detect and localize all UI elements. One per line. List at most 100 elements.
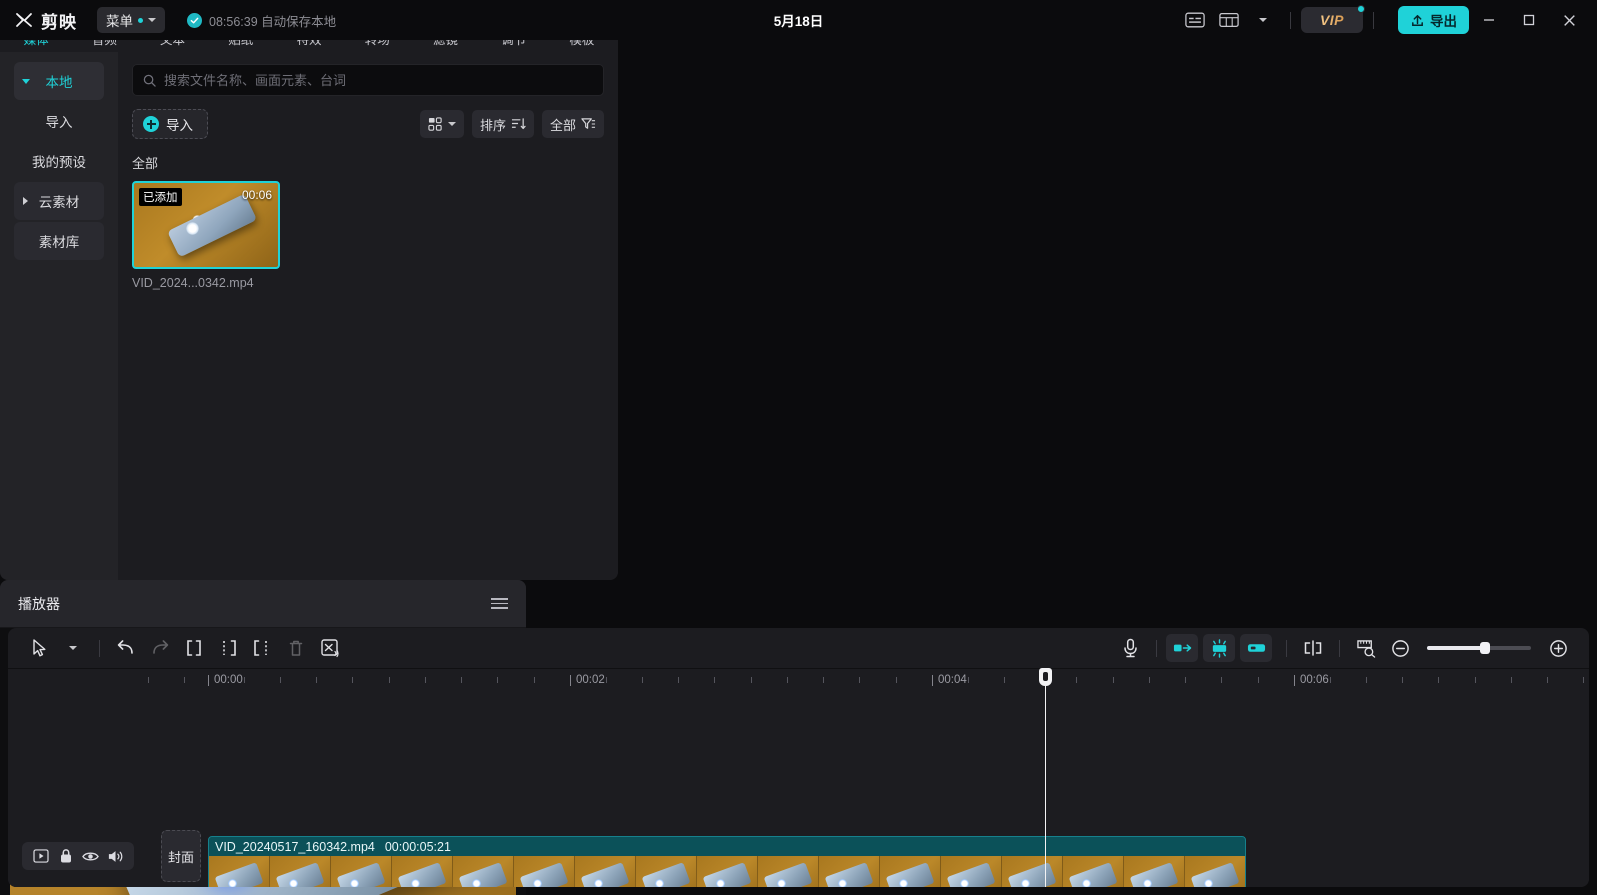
vip-dot-badge: [1357, 5, 1365, 13]
zoom-slider-fill: [1427, 646, 1486, 650]
ruler-icon[interactable]: [1349, 633, 1383, 663]
sort-button[interactable]: 排序: [471, 110, 534, 138]
playhead-handle[interactable]: [1039, 668, 1052, 686]
timeline-panel: 00:00 00:02 00:04 00:06 封面 VID_20240517_…: [8, 628, 1589, 887]
speaker-icon[interactable]: [106, 846, 126, 866]
view-mode-button[interactable]: [419, 110, 464, 138]
filter-label: 全部: [549, 117, 576, 133]
filmstrip-frame: [1002, 856, 1063, 887]
layout-dropdown-icon[interactable]: [1246, 5, 1280, 35]
divider: [1373, 11, 1374, 29]
trim-right-icon[interactable]: [245, 633, 279, 663]
filmstrip-frame: [209, 856, 270, 887]
app-logo: 剪映: [14, 8, 77, 33]
timeline-tracks: 封面 VID_20240517_160342.mp4 00:00:05:21: [8, 668, 1589, 887]
clip-duration: 00:00:05:21: [384, 839, 451, 854]
media-content: 导入: [118, 52, 618, 580]
search-bar[interactable]: [132, 64, 604, 96]
maximize-icon[interactable]: [1509, 0, 1549, 40]
media-toolbar: 导入 排序 全部: [132, 109, 604, 139]
sidebar-item-import[interactable]: 导入: [14, 102, 104, 140]
snap-icon[interactable]: [1203, 634, 1235, 662]
link-icon[interactable]: [1240, 634, 1272, 662]
layout-icon[interactable]: [1212, 5, 1246, 35]
search-input[interactable]: [164, 72, 593, 88]
menu-button[interactable]: 菜单: [97, 7, 165, 33]
media-toolbar-right: 排序 全部: [419, 110, 604, 138]
grid-view-icon: [428, 116, 443, 132]
title-bar: 剪映 菜单 08:56:39 自动保存本地 5月18日 VIP 导出: [0, 0, 1597, 40]
cover-button[interactable]: 封面: [161, 830, 201, 882]
ruler-label: 00:02: [576, 674, 605, 686]
minimize-icon[interactable]: [1469, 0, 1509, 40]
sort-label: 排序: [479, 117, 506, 133]
media-thumbnail[interactable]: 已添加 00:06: [132, 181, 280, 269]
zoom-in-icon[interactable]: [1541, 633, 1575, 663]
detach-audio-icon[interactable]: [313, 633, 347, 663]
filter-button[interactable]: 全部: [541, 110, 604, 138]
autosave-status: 08:56:39 自动保存本地: [187, 11, 336, 30]
filmstrip-frame: [1185, 856, 1245, 887]
filmstrip-frame: [453, 856, 514, 887]
eye-icon[interactable]: [81, 846, 101, 866]
keyframe-icon[interactable]: [1296, 633, 1330, 663]
timeline-toolbar: [8, 628, 1589, 668]
search-icon: [143, 74, 156, 87]
filmstrip-frame: [1124, 856, 1185, 887]
triangle-right-icon: [23, 197, 28, 205]
plus-icon: [143, 116, 159, 132]
sidebar-item-cloud-material[interactable]: 云素材: [14, 182, 104, 220]
track-controls: [22, 842, 134, 870]
sidebar-item-material-library[interactable]: 素材库: [14, 222, 104, 260]
timeline-clip[interactable]: VID_20240517_160342.mp4 00:00:05:21: [208, 836, 1246, 887]
import-button[interactable]: 导入: [132, 109, 208, 139]
close-icon[interactable]: [1549, 0, 1589, 40]
trash-icon[interactable]: [279, 633, 313, 663]
filmstrip-frame: [819, 856, 880, 887]
sidebar-item-label: 我的预设: [32, 155, 86, 170]
cursor-icon[interactable]: [22, 633, 56, 663]
filmstrip-frame: [941, 856, 1002, 887]
clip-filmstrip: [209, 856, 1245, 887]
filmstrip-frame: [1063, 856, 1124, 887]
redo-icon[interactable]: [143, 633, 177, 663]
lock-icon[interactable]: [56, 846, 76, 866]
zoom-slider-handle[interactable]: [1480, 642, 1491, 654]
frame-icon[interactable]: [31, 846, 51, 866]
media-item-name: VID_2024...0342.mp4: [132, 276, 254, 290]
media-item[interactable]: 已添加 00:06 VID_2024...0342.mp4: [132, 181, 280, 290]
divider: [1290, 11, 1291, 29]
vip-label: VIP: [1319, 12, 1345, 28]
export-button[interactable]: 导出: [1398, 6, 1469, 34]
filmstrip-frame: [575, 856, 636, 887]
sidebar-item-local[interactable]: 本地: [14, 62, 104, 100]
vip-button[interactable]: VIP: [1301, 5, 1365, 33]
chevron-down-icon[interactable]: [56, 633, 90, 663]
mirror-icon[interactable]: [1166, 634, 1198, 662]
filmstrip-frame: [514, 856, 575, 887]
zoom-slider[interactable]: [1427, 642, 1531, 654]
microphone-icon[interactable]: [1113, 633, 1147, 663]
clip-name: VID_20240517_160342.mp4: [215, 839, 375, 854]
zoom-out-icon[interactable]: [1383, 633, 1417, 663]
import-label: 导入: [166, 118, 193, 133]
ruler-label: 00:00: [214, 674, 243, 686]
timeline-ruler[interactable]: 00:00 00:02 00:04 00:06: [8, 668, 1589, 698]
hamburger-icon[interactable]: [491, 597, 508, 610]
player-header: 播放器: [0, 580, 526, 628]
sidebar-item-label: 云素材: [38, 195, 80, 210]
playhead[interactable]: [1039, 668, 1052, 887]
media-panel: 媒体 音频 TI 文本 贴纸: [0, 0, 618, 580]
autosave-text: 08:56:39 自动保存本地: [209, 14, 337, 29]
split-icon[interactable]: [177, 633, 211, 663]
ruler-label: 00:04: [938, 674, 967, 686]
trim-left-icon[interactable]: [211, 633, 245, 663]
check-icon: [187, 12, 202, 28]
media-grid: 已添加 00:06 VID_2024...0342.mp4: [132, 181, 604, 290]
sidebar-item-label: 素材库: [38, 235, 80, 250]
undo-icon[interactable]: [109, 633, 143, 663]
sidebar-item-my-presets[interactable]: 我的预设: [14, 142, 104, 180]
caption-icon[interactable]: [1178, 5, 1212, 35]
filmstrip-frame: [697, 856, 758, 887]
menu-label: 菜单: [106, 14, 133, 29]
